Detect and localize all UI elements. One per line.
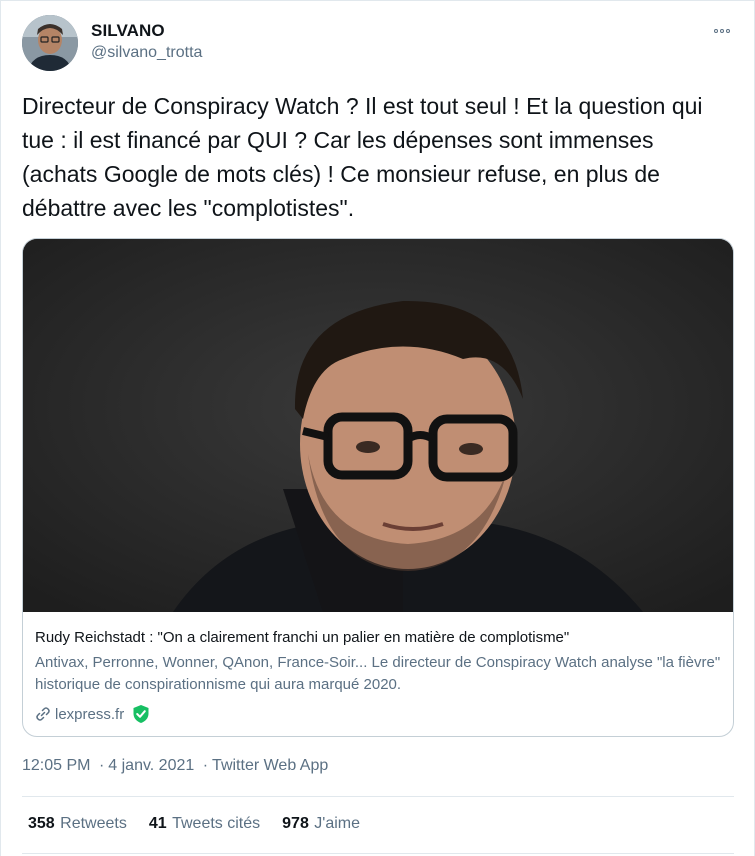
- user-handle[interactable]: @silvano_trotta: [91, 44, 202, 62]
- card-title: Rudy Reichstadt : "On a clairement franc…: [35, 629, 570, 646]
- tweet-time[interactable]: 12:05 PM: [22, 757, 90, 774]
- display-name[interactable]: SILVANO: [91, 21, 165, 41]
- more-icon[interactable]: [710, 21, 734, 41]
- tweet-stats: 358 Retweets 41 Tweets cités 978 J'aime: [28, 815, 360, 833]
- tweet-container: SILVANO @silvano_trotta Directeur de Con…: [0, 0, 755, 856]
- tweet-meta: 12:05 PM · 4 janv. 2021 · Twitter Web App: [22, 757, 328, 775]
- card-image: [23, 239, 733, 612]
- link-card[interactable]: Rudy Reichstadt : "On a clairement franc…: [22, 238, 734, 737]
- divider: [22, 796, 734, 797]
- card-domain-text: lexpress.fr: [55, 705, 125, 723]
- link-icon: [35, 706, 51, 722]
- tweet-text: Directeur de Conspiracy Watch ? Il est t…: [22, 93, 703, 221]
- tweet-date[interactable]: 4 janv. 2021: [108, 757, 194, 774]
- retweets-stat[interactable]: 358 Retweets: [28, 815, 127, 833]
- quote-tweets-stat[interactable]: 41 Tweets cités: [149, 815, 260, 833]
- meta-separator: ·: [202, 757, 209, 774]
- divider: [22, 853, 734, 854]
- likes-stat[interactable]: 978 J'aime: [282, 815, 360, 833]
- tweet-source[interactable]: Twitter Web App: [212, 757, 328, 774]
- card-domain: lexpress.fr: [35, 704, 150, 724]
- card-description: Antivax, Perronne, Wonner, QAnon, France…: [35, 654, 721, 693]
- shield-check-icon: [132, 704, 150, 724]
- avatar[interactable]: [22, 15, 78, 71]
- meta-separator: ·: [98, 757, 105, 774]
